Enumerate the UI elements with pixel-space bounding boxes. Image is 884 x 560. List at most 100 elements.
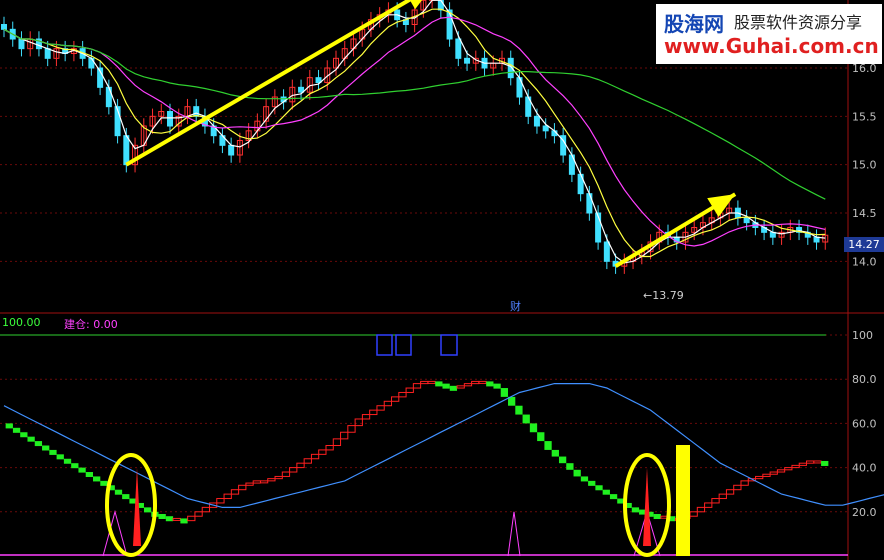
candle-body xyxy=(542,125,549,132)
price-tick-label: 15.0 xyxy=(852,159,877,172)
indicator-line-a-label: 100.00 xyxy=(2,316,41,329)
indicator-step-down xyxy=(515,405,523,415)
indicator-step-up xyxy=(369,409,378,416)
indicator-step-down xyxy=(85,472,94,478)
finance-marker[interactable]: 财 xyxy=(510,298,521,314)
candle-body xyxy=(437,0,444,11)
indicator-step-up xyxy=(696,506,706,513)
indicator-step-down xyxy=(486,381,494,387)
indicator-step-down xyxy=(100,480,108,486)
indicator-step-up xyxy=(216,498,225,504)
indicator-step-down xyxy=(580,476,589,482)
last-price-tag: 14.27 xyxy=(844,237,884,252)
indicator-step-up xyxy=(340,431,349,440)
indicator-step-down xyxy=(78,467,86,473)
indicator-step-down xyxy=(435,381,443,387)
indicator-line-b-value: 0.00 xyxy=(93,318,118,331)
indicator-step-down xyxy=(158,514,166,520)
candle-body xyxy=(123,135,130,166)
indicator-step-up xyxy=(332,438,342,446)
indicator-step-up xyxy=(310,453,320,460)
indicator-line-b-label: 建仓: 0.00 xyxy=(64,318,118,331)
candle-body xyxy=(18,38,25,50)
indicator-step-down xyxy=(493,383,501,389)
chart-canvas: 16.015.515.014.514.010080.060.040.020.0 xyxy=(0,0,884,560)
indicator-step-up xyxy=(704,502,713,508)
indicator-step-up xyxy=(194,511,203,517)
indicator-step-up xyxy=(791,464,800,469)
indicator-step-up xyxy=(725,489,735,495)
indicator-step-down xyxy=(34,441,43,447)
indicator-step-down xyxy=(566,463,574,470)
indicator-step-down xyxy=(588,480,596,486)
candle-body xyxy=(1,24,7,30)
indicator-step-up xyxy=(238,484,247,491)
indicator-step-down xyxy=(529,423,538,433)
watermark-banner: 股海网 股票软件资源分享 www.Guhai.com.cn xyxy=(656,4,882,64)
indicator-step-up xyxy=(252,480,261,484)
indicator-step-down xyxy=(71,463,79,469)
indicator-step-up xyxy=(347,425,356,433)
indicator-step-up xyxy=(296,462,305,469)
uptrend-arrow-1-shaft xyxy=(125,0,414,167)
indicator-step-up xyxy=(267,478,276,482)
indicator-tick-label: 80.0 xyxy=(852,373,877,386)
indicator-step-down xyxy=(49,449,57,455)
indicator-step-up xyxy=(281,471,291,477)
indicator-step-up xyxy=(740,480,749,486)
indicator-step-down xyxy=(449,385,458,391)
indicator-step-up xyxy=(755,475,764,480)
candle-body xyxy=(44,48,51,59)
bottom-spike-mid xyxy=(507,511,521,557)
candle-body xyxy=(193,106,200,117)
indicator-step-down xyxy=(143,507,152,513)
indicator-step-down xyxy=(537,432,545,442)
top-signal-box xyxy=(440,334,458,356)
indicator-tick-label: 100 xyxy=(852,329,873,342)
price-tick-label: 14.5 xyxy=(852,207,877,220)
indicator-step-down xyxy=(609,494,618,500)
price-tick-label: 15.5 xyxy=(852,110,877,123)
indicator-step-down xyxy=(500,388,509,397)
indicator-step-up xyxy=(223,493,232,500)
indicator-step-down xyxy=(20,432,28,438)
indicator-step-up xyxy=(412,383,422,389)
indicator-step-down xyxy=(544,441,552,450)
indicator-step-down xyxy=(180,518,188,524)
indicator-step-up xyxy=(230,489,240,495)
indicator-tick-label: 40.0 xyxy=(852,462,877,475)
buy-spike-right xyxy=(643,467,651,546)
indicator-step-down xyxy=(631,507,640,513)
indicator-step-down xyxy=(442,383,450,389)
indicator-step-down xyxy=(522,414,530,424)
indicator-step-up xyxy=(172,517,181,521)
indicator-step-down xyxy=(595,485,603,491)
indicator-step-up xyxy=(376,405,385,411)
indicator-step-down xyxy=(573,469,581,477)
indicator-step-up xyxy=(733,484,742,491)
indicator-tick-label: 60.0 xyxy=(852,417,877,430)
indicator-step-up xyxy=(471,380,480,385)
candle-body xyxy=(603,241,610,262)
indicator-step-up xyxy=(201,506,211,513)
indicator-step-up xyxy=(718,493,727,500)
candle-body xyxy=(105,86,112,108)
low-price-marker: ←13.79 xyxy=(643,289,684,302)
indicator-step-down xyxy=(12,427,21,433)
indicator-step-up xyxy=(813,460,822,464)
indicator-step-down xyxy=(602,489,610,495)
candle-body xyxy=(228,144,235,156)
indicator-step-down xyxy=(821,460,829,466)
top-signal-box xyxy=(376,334,393,356)
indicator-step-up xyxy=(187,515,196,522)
indicator-step-up xyxy=(245,482,254,486)
candle-body xyxy=(743,217,750,224)
indicator-step-up xyxy=(456,385,465,389)
indicator-step-down xyxy=(558,456,567,464)
candle-body xyxy=(167,111,173,127)
candle-body xyxy=(464,57,471,64)
indicator-step-up xyxy=(405,387,414,393)
price-tick-label: 14.0 xyxy=(852,255,877,268)
chart-root: 16.0 15.5 15.0 14.5 14.0 100 80.0 60.0 40.0 20.0 … xyxy=(0,0,884,560)
indicator-step-up xyxy=(776,469,786,473)
